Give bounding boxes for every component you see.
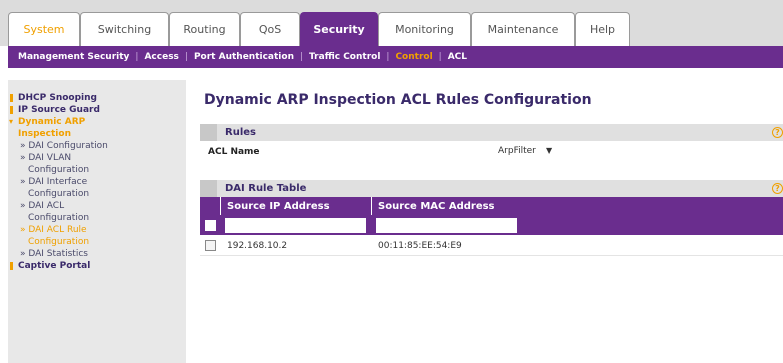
sidebar-item-label: Captive Portal	[18, 261, 91, 271]
tab-system[interactable]: System	[8, 12, 80, 46]
row-source-mac: 00:11:85:EE:54:E9	[378, 240, 462, 251]
dai-rule-table-header: DAI Rule Table ?	[200, 180, 783, 197]
sidebar-item-label: » DAI VLAN	[20, 153, 72, 163]
edit-row-ip-cell	[221, 215, 372, 235]
sidebar-item-captive-portal[interactable]: Captive Portal	[8, 260, 186, 272]
sidebar-item-label: Configuration	[28, 189, 90, 199]
rules-section-header: Rules ?	[200, 124, 783, 141]
main-content: Dynamic ARP Inspection ACL Rules Configu…	[196, 80, 783, 363]
sidebar-item-label: Dynamic ARP	[18, 117, 86, 127]
acl-name-label: ACL Name	[208, 147, 260, 157]
sidebar-item-inspection[interactable]: Inspection	[8, 128, 186, 140]
source-ip-input[interactable]	[225, 217, 366, 233]
table-edit-row	[200, 215, 783, 235]
row-source-ip: 192.168.10.2	[227, 240, 288, 251]
subnav-access[interactable]: Access	[138, 52, 184, 62]
chevron-down-icon: ▼	[546, 146, 553, 155]
acl-name-select[interactable]: ArpFilter ▼	[498, 144, 783, 159]
table-row[interactable]: 192.168.10.2 00:11:85:EE:54:E9	[200, 236, 783, 256]
sidebar-item-label: DHCP Snooping	[18, 93, 97, 103]
top-tab-bar: System Switching Routing QoS Security Mo…	[0, 0, 783, 46]
subnav-traffic-control[interactable]: Traffic Control	[303, 52, 386, 62]
sidebar-item-label: » DAI Statistics	[20, 249, 88, 259]
sidebar-item-label: Inspection	[18, 129, 71, 139]
source-mac-input[interactable]	[376, 217, 517, 233]
sidebar-item-dhcp-snooping[interactable]: DHCP Snooping	[8, 92, 186, 104]
section-tab-icon	[201, 180, 217, 197]
sidebar-item-label: » DAI ACL	[20, 201, 65, 211]
subnav-control[interactable]: Control	[389, 52, 438, 62]
bullet-icon	[10, 94, 13, 102]
sub-navigation: Management Security | Access | Port Auth…	[8, 46, 783, 68]
sidebar-item-dai-acl-cont[interactable]: Configuration	[8, 212, 186, 224]
help-icon[interactable]: ?	[772, 183, 783, 194]
select-column-header	[200, 197, 221, 215]
bullet-icon	[10, 106, 13, 114]
edit-row-mac-cell	[372, 215, 783, 235]
sidebar-item-dai-statistics[interactable]: » DAI Statistics	[8, 248, 186, 260]
sidebar-item-dai-acl-rule-cont[interactable]: Configuration	[8, 236, 186, 248]
top-tabs: System Switching Routing QoS Security Mo…	[8, 12, 630, 46]
row-checkbox[interactable]	[205, 240, 216, 251]
sidebar-item-dai-acl-rule[interactable]: » DAI ACL Rule	[8, 224, 186, 236]
edit-row-checkbox[interactable]	[205, 219, 216, 231]
subnav-port-authentication[interactable]: Port Authentication	[188, 52, 300, 62]
help-icon[interactable]: ?	[772, 127, 783, 138]
tab-qos[interactable]: QoS	[240, 12, 300, 46]
bullet-icon	[10, 262, 13, 270]
acl-name-row: ACL Name ArpFilter ▼	[200, 144, 783, 160]
rules-heading: Rules	[225, 127, 256, 138]
dai-rule-table-heading: DAI Rule Table	[225, 183, 307, 194]
sidebar-item-label: IP Source Guard	[18, 105, 100, 115]
sidebar-item-dai-interface-cont[interactable]: Configuration	[8, 188, 186, 200]
sidebar-item-label: » DAI ACL Rule	[20, 225, 87, 235]
tab-help[interactable]: Help	[575, 12, 630, 46]
sidebar-item-label: Configuration	[28, 213, 90, 223]
sidebar-item-label: Configuration	[28, 237, 90, 247]
row-checkbox-cell	[200, 236, 221, 256]
sidebar-item-label: Configuration	[28, 165, 90, 175]
tab-routing[interactable]: Routing	[169, 12, 240, 46]
sidebar-item-ip-source-guard[interactable]: IP Source Guard	[8, 104, 186, 116]
sidebar-item-dai-vlan-cont[interactable]: Configuration	[8, 164, 186, 176]
tab-security[interactable]: Security	[300, 12, 378, 46]
edit-row-checkbox-cell	[200, 215, 221, 235]
section-tab-icon	[201, 124, 217, 141]
acl-name-value: ArpFilter	[498, 146, 536, 156]
table-header-row: Source IP Address Source MAC Address	[200, 197, 783, 215]
sidebar-item-label: » DAI Configuration	[20, 141, 108, 151]
page-title: Dynamic ARP Inspection ACL Rules Configu…	[204, 92, 592, 108]
sidebar-item-dynamic-arp[interactable]: ▾ Dynamic ARP	[8, 116, 186, 128]
column-header-source-ip: Source IP Address	[221, 197, 372, 215]
tab-monitoring[interactable]: Monitoring	[378, 12, 471, 46]
subnav-management-security[interactable]: Management Security	[12, 52, 135, 62]
subnav-acl[interactable]: ACL	[442, 52, 473, 62]
sidebar-item-dai-interface[interactable]: » DAI Interface	[8, 176, 186, 188]
column-header-source-mac: Source MAC Address	[372, 197, 783, 215]
sidebar-item-dai-vlan[interactable]: » DAI VLAN	[8, 152, 186, 164]
sidebar: DHCP Snooping IP Source Guard ▾ Dynamic A…	[8, 80, 186, 363]
sidebar-item-label: » DAI Interface	[20, 177, 88, 187]
sidebar-item-dai-configuration[interactable]: » DAI Configuration	[8, 140, 186, 152]
expanded-arrow-icon: ▾	[9, 117, 14, 126]
tab-switching[interactable]: Switching	[80, 12, 169, 46]
sidebar-item-dai-acl[interactable]: » DAI ACL	[8, 200, 186, 212]
tab-maintenance[interactable]: Maintenance	[471, 12, 575, 46]
